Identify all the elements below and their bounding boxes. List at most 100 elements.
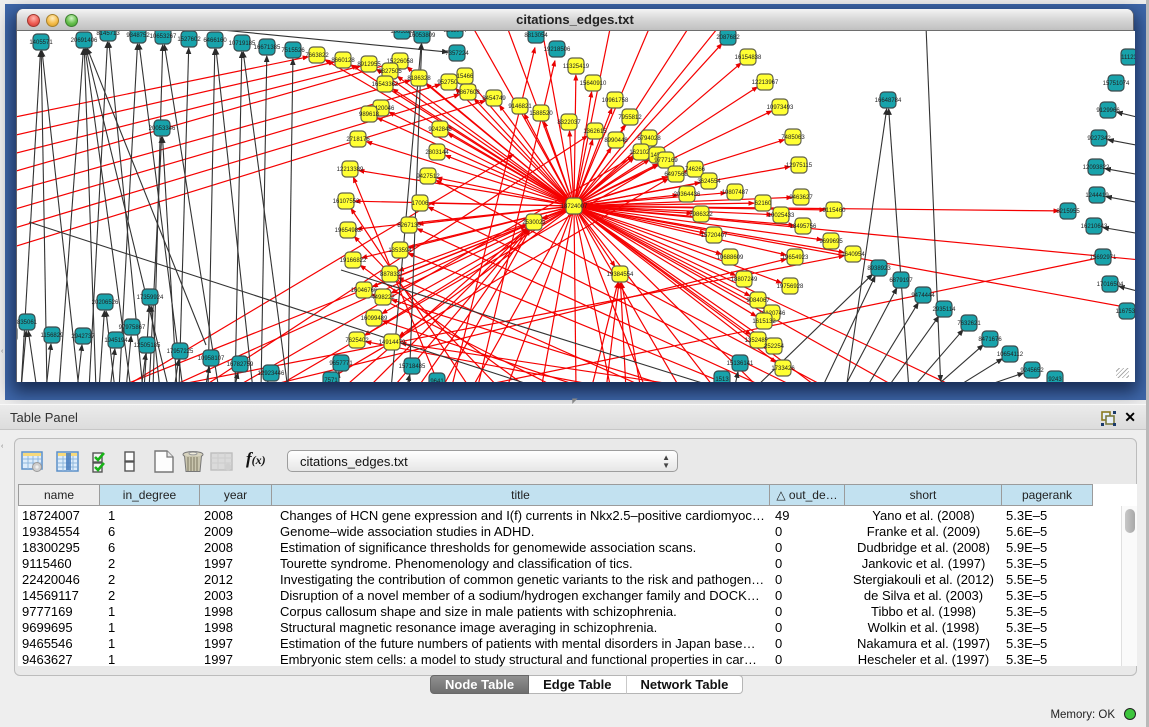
svg-text:19756928: 19756928 xyxy=(777,284,804,290)
svg-text:15692971: 15692971 xyxy=(1090,255,1117,261)
svg-text:16099489: 16099489 xyxy=(361,316,388,322)
svg-text:9777169: 9777169 xyxy=(654,158,678,164)
svg-text:15640910: 15640910 xyxy=(580,81,607,87)
svg-text:8660128: 8660128 xyxy=(331,58,355,64)
svg-text:10653267: 10653267 xyxy=(150,34,177,40)
svg-text:1615132: 1615132 xyxy=(752,319,776,325)
svg-text:7986322: 7986322 xyxy=(689,212,713,218)
svg-text:12213389: 12213389 xyxy=(337,167,364,173)
svg-text:6794028: 6794028 xyxy=(637,136,661,142)
svg-text:17957225: 17957225 xyxy=(167,349,194,355)
svg-text:17016504: 17016504 xyxy=(1097,282,1124,288)
svg-text:15751074: 15751074 xyxy=(1103,81,1130,87)
svg-text:15136141: 15136141 xyxy=(727,361,754,367)
svg-text:12093822: 12093822 xyxy=(1083,165,1110,171)
svg-text:8186328: 8186328 xyxy=(407,76,431,82)
svg-text:1156829: 1156829 xyxy=(41,333,65,339)
svg-text:9115460: 9115460 xyxy=(823,208,847,214)
svg-text:252254: 252254 xyxy=(764,344,785,350)
svg-text:16154838: 16154838 xyxy=(735,55,762,61)
svg-text:18495756: 18495756 xyxy=(790,224,817,230)
svg-text:19166822: 19166822 xyxy=(340,258,367,264)
svg-text:9427512: 9427512 xyxy=(416,174,440,180)
svg-text:10688609: 10688609 xyxy=(717,255,744,261)
svg-text:9699695: 9699695 xyxy=(819,239,843,245)
svg-text:1405571: 1405571 xyxy=(29,40,53,46)
svg-text:16210643: 16210643 xyxy=(1081,224,1108,230)
svg-text:18807249: 18807249 xyxy=(731,277,758,283)
svg-text:18724007: 18724007 xyxy=(561,204,588,210)
svg-text:12975115: 12975115 xyxy=(786,163,813,169)
svg-text:3624554: 3624554 xyxy=(697,179,721,185)
svg-text:16543362: 16543362 xyxy=(372,82,399,88)
svg-text:7515526: 7515526 xyxy=(281,48,305,54)
svg-text:10973493: 10973493 xyxy=(767,105,794,111)
svg-text:9243: 9243 xyxy=(1048,377,1062,382)
svg-text:9348752: 9348752 xyxy=(126,33,150,39)
svg-text:1733426: 1733426 xyxy=(771,366,795,372)
svg-text:8454749: 8454749 xyxy=(482,96,506,102)
svg-text:15720407: 15720407 xyxy=(701,233,728,239)
svg-text:9245652: 9245652 xyxy=(1020,368,1044,374)
svg-text:10958107: 10958107 xyxy=(198,356,225,362)
svg-text:7485063: 7485063 xyxy=(781,135,805,141)
svg-text:8813054: 8813054 xyxy=(524,33,548,39)
svg-text:19384554: 19384554 xyxy=(607,272,634,278)
svg-text:1640954: 1640954 xyxy=(841,252,865,258)
svg-text:8938923: 8938923 xyxy=(867,266,891,272)
svg-text:8145713: 8145713 xyxy=(96,31,120,37)
svg-text:7357224: 7357224 xyxy=(445,51,469,57)
svg-text:9129966: 9129966 xyxy=(1096,108,1120,114)
svg-text:20364436: 20364436 xyxy=(674,192,701,198)
svg-text:14914479: 14914479 xyxy=(379,340,406,346)
svg-text:9146821: 9146821 xyxy=(508,104,532,110)
svg-text:8471676: 8471676 xyxy=(978,337,1002,343)
svg-text:17359924: 17359924 xyxy=(137,295,164,301)
svg-text:16046766: 16046766 xyxy=(351,288,378,294)
svg-text:1527602: 1527602 xyxy=(177,37,201,43)
svg-text:19654982: 19654982 xyxy=(335,228,362,234)
svg-text:887833: 887833 xyxy=(380,272,401,278)
svg-text:6466160: 6466160 xyxy=(203,38,227,44)
svg-text:19654923: 19654923 xyxy=(782,255,809,261)
svg-text:2935114: 2935114 xyxy=(933,307,957,313)
svg-text:62160: 62160 xyxy=(755,201,772,207)
svg-text:1362615: 1362615 xyxy=(583,129,607,135)
svg-text:2718176: 2718176 xyxy=(346,137,370,143)
svg-text:1945194: 1945194 xyxy=(104,338,128,344)
svg-text:9242848: 9242848 xyxy=(428,127,452,133)
svg-text:9827505: 9827505 xyxy=(378,69,402,75)
svg-text:16671385: 16671385 xyxy=(254,45,281,51)
svg-text:12923446: 12923446 xyxy=(258,371,285,377)
svg-text:16648784: 16648784 xyxy=(875,98,902,104)
svg-text:6879197: 6879197 xyxy=(889,278,913,284)
svg-text:8511304: 8511304 xyxy=(444,31,468,34)
svg-text:746266: 746266 xyxy=(685,167,706,173)
svg-text:20206526: 20206526 xyxy=(92,300,119,306)
svg-text:2087682: 2087682 xyxy=(716,35,740,41)
svg-text:9641: 9641 xyxy=(430,379,444,382)
svg-text:10807487: 10807487 xyxy=(722,190,749,196)
svg-text:10719185: 10719185 xyxy=(229,41,256,47)
svg-text:9084067: 9084067 xyxy=(746,298,770,304)
svg-text:7632621: 7632621 xyxy=(957,321,981,327)
svg-text:16782759: 16782759 xyxy=(227,362,254,368)
svg-text:7955812: 7955812 xyxy=(618,115,642,121)
svg-text:19218506: 19218506 xyxy=(544,47,571,53)
svg-text:20691406: 20691406 xyxy=(71,38,98,44)
svg-text:17006: 17006 xyxy=(412,201,429,207)
svg-text:4498222: 4498222 xyxy=(371,295,395,301)
svg-text:1167533: 1167533 xyxy=(1116,309,1135,315)
svg-text:835061: 835061 xyxy=(17,320,38,326)
svg-text:8322037: 8322037 xyxy=(557,120,581,126)
svg-text:9463627: 9463627 xyxy=(789,195,813,201)
svg-text:9474444: 9474444 xyxy=(911,293,935,299)
svg-text:15718485: 15718485 xyxy=(399,364,426,370)
svg-text:2530021: 2530021 xyxy=(522,220,546,226)
svg-text:15466: 15466 xyxy=(457,74,474,80)
svg-text:7571: 7571 xyxy=(324,378,338,382)
svg-text:2803144: 2803144 xyxy=(425,150,449,156)
svg-text:10025433: 10025433 xyxy=(768,213,795,219)
svg-text:10961758: 10961758 xyxy=(602,98,629,104)
svg-text:11123: 11123 xyxy=(1121,55,1135,61)
